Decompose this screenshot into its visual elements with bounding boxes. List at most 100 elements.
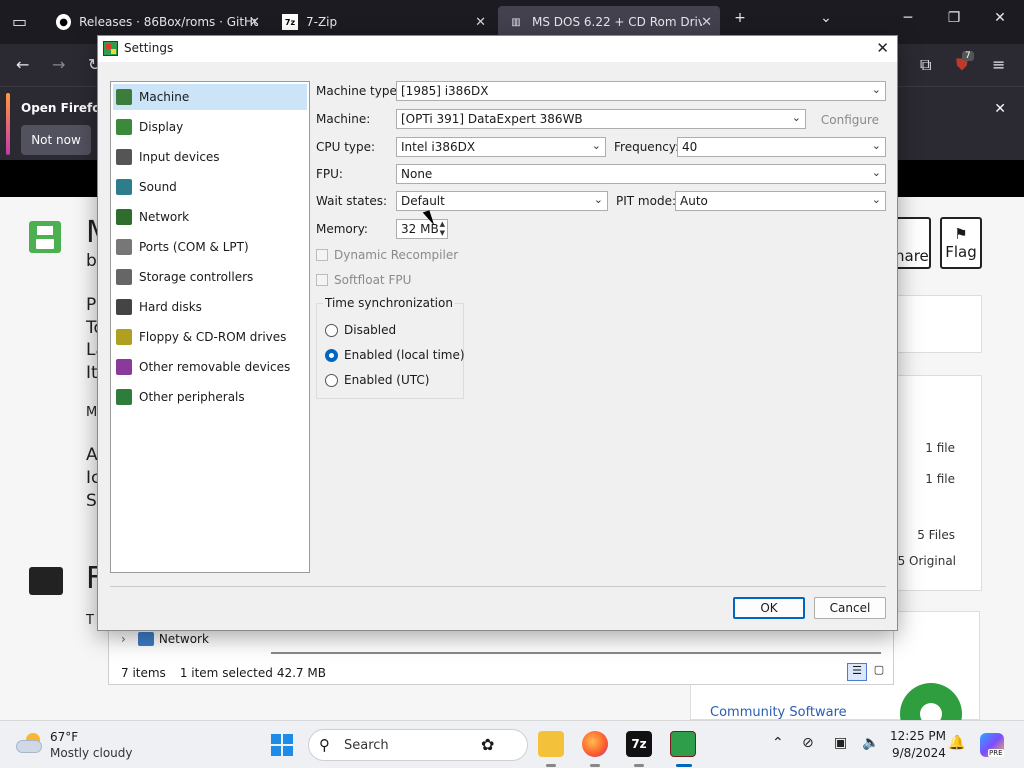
chevron-up-icon[interactable]: ⌃ (772, 735, 784, 751)
restore-icon[interactable]: ❐ (942, 10, 966, 26)
tab-ms-dos[interactable]: ▥ MS DOS 6.22 + CD Rom Driver ✕ (498, 6, 720, 38)
86box-taskbar-icon[interactable] (670, 731, 696, 757)
category-item[interactable]: Display (113, 114, 307, 140)
wait-states-label: Wait states: (316, 194, 387, 208)
tab-list-icon[interactable]: ▭ (12, 12, 27, 31)
seven-zip-taskbar-icon[interactable]: 7z (626, 731, 652, 757)
category-label: Input devices (139, 150, 220, 164)
share-button[interactable]: nare (895, 217, 931, 269)
menu-icon[interactable]: ≡ (992, 55, 1005, 74)
fpu-select[interactable]: None ⌄ (396, 164, 886, 184)
dynamic-recompiler-checkbox[interactable]: Dynamic Recompiler (316, 248, 458, 262)
ok-button[interactable]: OK (733, 597, 805, 619)
tab-github-releases[interactable]: ● Releases · 86Box/roms · GitHub ✕ (46, 6, 268, 38)
close-icon[interactable]: ✕ (876, 39, 889, 57)
explorer-nav-network[interactable]: › Network (121, 632, 209, 646)
category-item[interactable]: Other removable devices (113, 354, 307, 380)
spin-arrows-icon[interactable]: ▲ ▼ (440, 220, 445, 238)
clock-date[interactable]: 9/8/2024 (892, 746, 946, 760)
network-icon (137, 632, 154, 646)
weather-temperature[interactable]: 67°F (50, 730, 78, 744)
category-item[interactable]: Storage controllers (113, 264, 307, 290)
not-now-button[interactable]: Not now (21, 125, 91, 155)
volume-muted-icon[interactable]: 🔈 (862, 735, 879, 751)
page-byline-fragment: b (86, 251, 97, 271)
frequency-value: 40 (682, 140, 698, 154)
sound-icon (116, 179, 132, 195)
forward-icon[interactable]: → (52, 55, 65, 74)
category-item[interactable]: Floppy & CD-ROM drives (113, 324, 307, 350)
weather-description[interactable]: Mostly cloudy (50, 746, 133, 760)
chevron-right-icon[interactable]: › (121, 632, 126, 646)
wait-states-value: Default (401, 194, 445, 208)
firefox-icon[interactable] (582, 731, 608, 757)
radio-label: Enabled (UTC) (344, 373, 430, 387)
details-view-icon[interactable]: ☰ (847, 663, 867, 681)
tab-title: Releases · 86Box/roms · GitHub (79, 15, 258, 29)
page-label: M (86, 405, 98, 420)
start-windows-icon[interactable] (271, 734, 293, 756)
chevron-down-icon[interactable]: ⌄ (814, 10, 838, 26)
display-icon (116, 119, 132, 135)
category-item[interactable]: Sound (113, 174, 307, 200)
category-item[interactable]: Other peripherals (113, 384, 307, 410)
selected-size: 42.7 MB (276, 666, 326, 680)
flag-button[interactable]: ⚑ Flag (940, 217, 982, 269)
close-icon[interactable]: ✕ (701, 15, 712, 30)
extensions-icon[interactable]: ⧉ (920, 55, 931, 75)
tiles-view-icon[interactable]: ▢ (869, 663, 889, 681)
window-close-icon[interactable]: ✕ (988, 10, 1012, 26)
radio-enabled-utc[interactable]: Enabled (UTC) (325, 373, 429, 387)
pit-mode-select[interactable]: Auto ⌄ (675, 191, 886, 211)
configure-button[interactable]: Configure (810, 109, 890, 130)
weather-cloudy-icon[interactable] (16, 733, 44, 753)
seven-zip-label: 7z (631, 737, 647, 751)
cancel-button[interactable]: Cancel (814, 597, 886, 619)
new-tab-icon[interactable]: + (728, 10, 752, 26)
checkbox-box (316, 274, 328, 286)
removable-devices-icon (116, 359, 132, 375)
tab-title: 7-Zip (306, 15, 338, 29)
app-running-indicator (590, 764, 600, 767)
softfloat-fpu-checkbox[interactable]: Softfloat FPU (316, 273, 411, 287)
close-icon[interactable]: ✕ (475, 15, 486, 30)
close-icon[interactable]: ✕ (249, 15, 260, 30)
file-explorer-window: › Network 7 items 1 item selected 42.7 M… (108, 625, 894, 685)
taskbar-search[interactable]: ⚲ Search ✿ (308, 729, 528, 761)
network-tray-icon[interactable]: ⊘ (802, 735, 814, 751)
category-label: Network (139, 210, 190, 224)
cpu-type-select[interactable]: Intel i386DX ⌄ (396, 137, 606, 157)
horizontal-scrollbar[interactable] (271, 652, 881, 654)
device-tray-icon[interactable]: ▣ (834, 735, 847, 751)
notification-bell-icon[interactable]: 🔔 (948, 735, 965, 751)
category-item[interactable]: Hard disks (113, 294, 307, 320)
machine-type-select[interactable]: [1985] i386DX ⌄ (396, 81, 886, 101)
category-item[interactable]: Network (113, 204, 307, 230)
category-item[interactable]: Machine (113, 84, 307, 110)
radio-dot (325, 323, 338, 337)
tab-7zip[interactable]: 7z 7-Zip ✕ (272, 6, 494, 38)
machine-select[interactable]: [OPTi 391] DataExpert 386WB ⌄ (396, 109, 806, 129)
machine-value: [OPTi 391] DataExpert 386WB (401, 112, 583, 126)
category-item[interactable]: Ports (COM & LPT) (113, 234, 307, 260)
back-icon[interactable]: ← (16, 55, 29, 74)
radio-enabled-local[interactable]: Enabled (local time) (325, 348, 465, 362)
radio-disabled[interactable]: Disabled (325, 323, 396, 337)
clock-time[interactable]: 12:25 PM (890, 729, 946, 743)
wait-states-select[interactable]: Default ⌄ (396, 191, 608, 211)
close-icon[interactable]: ✕ (994, 101, 1006, 117)
explorer-status-bar: 7 items 1 item selected 42.7 MB (121, 666, 340, 680)
hard-disks-icon (116, 299, 132, 315)
chevron-down-icon: ⌄ (871, 139, 881, 152)
frequency-select[interactable]: 40 ⌄ (677, 137, 886, 157)
category-item[interactable]: Input devices (113, 144, 307, 170)
flag-icon: ⚑ (954, 225, 968, 243)
minimize-icon[interactable]: ─ (896, 10, 920, 26)
settings-category-list: Machine Display Input devices Sound Network P… (110, 81, 310, 573)
seven-zip-icon: 7z (282, 14, 298, 30)
time-sync-title: Time synchronization (323, 296, 455, 310)
file-explorer-icon[interactable] (538, 731, 564, 757)
memory-spinbox[interactable]: 32 MB ▲ ▼ (396, 219, 448, 239)
settings-dialog: Settings ✕ Machine Display Input devices So… (97, 35, 898, 631)
community-software-link[interactable]: Community Software (710, 705, 847, 720)
